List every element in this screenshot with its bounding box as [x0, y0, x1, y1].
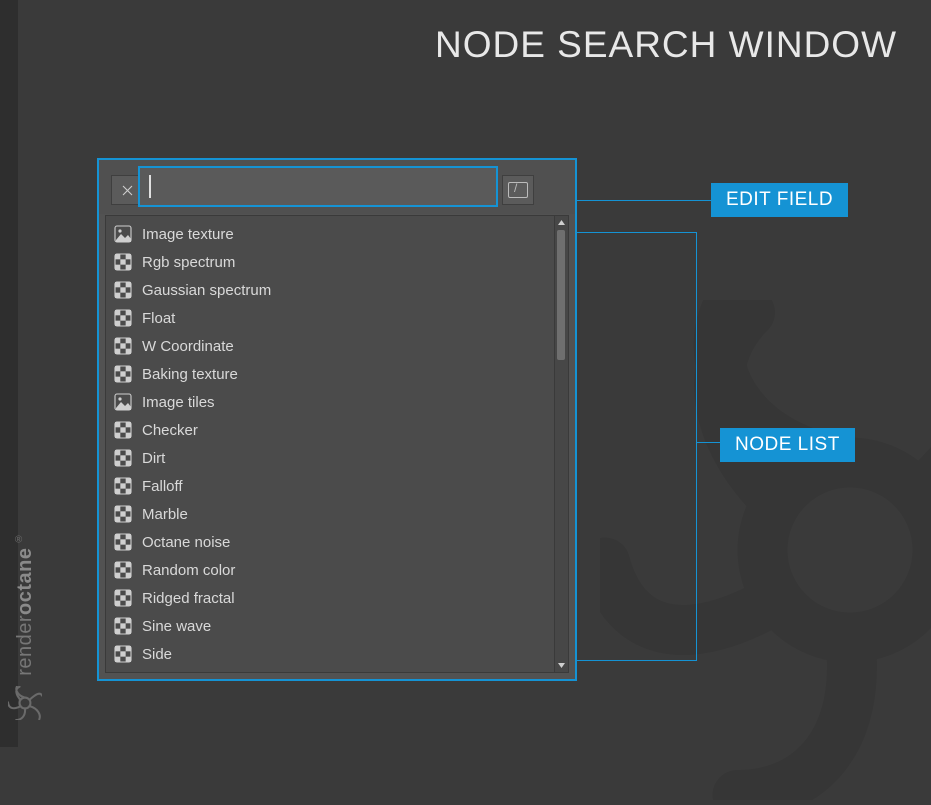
checker-icon: [114, 505, 132, 523]
list-item-label: Side: [142, 646, 172, 663]
callout-connector-edit: [577, 200, 712, 201]
list-item-label: Marble: [142, 506, 188, 523]
checker-icon: [114, 421, 132, 439]
search-input[interactable]: [140, 168, 496, 205]
checker-icon: [114, 645, 132, 663]
node-list[interactable]: Image texture Rgb spectrum Gaussian spectr…: [106, 216, 554, 672]
scrollbar-vertical[interactable]: [554, 216, 568, 672]
list-item[interactable]: Octane noise: [110, 528, 554, 556]
scroll-thumb[interactable]: [557, 230, 565, 360]
list-item-label: Random color: [142, 562, 235, 579]
scroll-down-arrow[interactable]: [555, 659, 568, 672]
checker-icon: [114, 477, 132, 495]
page-title: NODE SEARCH WINDOW: [435, 24, 897, 66]
checker-icon: [114, 365, 132, 383]
brand-logo: renderoctane ®: [5, 380, 45, 720]
list-item-label: Gaussian spectrum: [142, 282, 271, 299]
callout-connector-nodelist: [577, 660, 696, 661]
list-item[interactable]: Sine wave: [110, 612, 554, 640]
close-icon: [121, 184, 134, 197]
node-search-panel-body: Image texture Rgb spectrum Gaussian spectr…: [99, 160, 575, 679]
list-item[interactable]: Ridged fractal: [110, 584, 554, 612]
list-item[interactable]: Float: [110, 304, 554, 332]
list-item-label: Baking texture: [142, 366, 238, 383]
list-item[interactable]: Dirt: [110, 444, 554, 472]
embed-button[interactable]: [502, 175, 534, 205]
list-item[interactable]: Side: [110, 640, 554, 668]
text-caret: [149, 175, 151, 198]
aperture-icon: [8, 686, 42, 720]
image-icon: [114, 225, 132, 243]
list-item-label: Image texture: [142, 226, 234, 243]
list-item-label: Rgb spectrum: [142, 254, 235, 271]
list-item-label: Image tiles: [142, 394, 215, 411]
brand-registered-mark: ®: [13, 534, 24, 546]
list-item-label: Octane noise: [142, 534, 230, 551]
callout-edit-field: EDIT FIELD: [711, 183, 848, 217]
list-item-label: Falloff: [142, 478, 183, 495]
checker-icon: [114, 561, 132, 579]
list-item-label: Dirt: [142, 450, 165, 467]
list-item[interactable]: Image tiles: [110, 388, 554, 416]
checker-icon: [114, 617, 132, 635]
list-item[interactable]: Image texture: [110, 220, 554, 248]
list-item[interactable]: Rgb spectrum: [110, 248, 554, 276]
callout-connector-nodelist: [577, 232, 696, 233]
checker-icon: [114, 309, 132, 327]
scroll-up-arrow[interactable]: [555, 216, 568, 229]
list-item-label: W Coordinate: [142, 338, 234, 355]
checker-icon: [114, 589, 132, 607]
brand-word-bold: octane: [14, 548, 36, 615]
list-item[interactable]: Random color: [110, 556, 554, 584]
checker-icon: [114, 533, 132, 551]
list-item-label: Sine wave: [142, 618, 211, 635]
brand-word-light: render: [14, 615, 36, 676]
checker-icon: [114, 253, 132, 271]
checker-icon: [114, 281, 132, 299]
list-item[interactable]: Checker: [110, 416, 554, 444]
list-item[interactable]: Baking texture: [110, 360, 554, 388]
list-item-label: Checker: [142, 422, 198, 439]
list-item[interactable]: Gaussian spectrum: [110, 276, 554, 304]
list-item-label: Float: [142, 310, 175, 327]
background-aperture-decoration: [600, 300, 931, 800]
node-list-area: Image texture Rgb spectrum Gaussian spectr…: [105, 215, 569, 673]
checker-icon: [114, 449, 132, 467]
embed-icon: [508, 182, 528, 198]
search-field-wrap[interactable]: [138, 166, 498, 207]
callout-connector-nodelist: [696, 442, 721, 443]
image-icon: [114, 393, 132, 411]
callout-node-list: NODE LIST: [720, 428, 855, 462]
list-item-label: Ridged fractal: [142, 590, 235, 607]
checker-icon: [114, 337, 132, 355]
callout-connector-nodelist: [696, 232, 697, 661]
list-item[interactable]: Marble: [110, 500, 554, 528]
list-item[interactable]: W Coordinate: [110, 332, 554, 360]
list-item[interactable]: Falloff: [110, 472, 554, 500]
